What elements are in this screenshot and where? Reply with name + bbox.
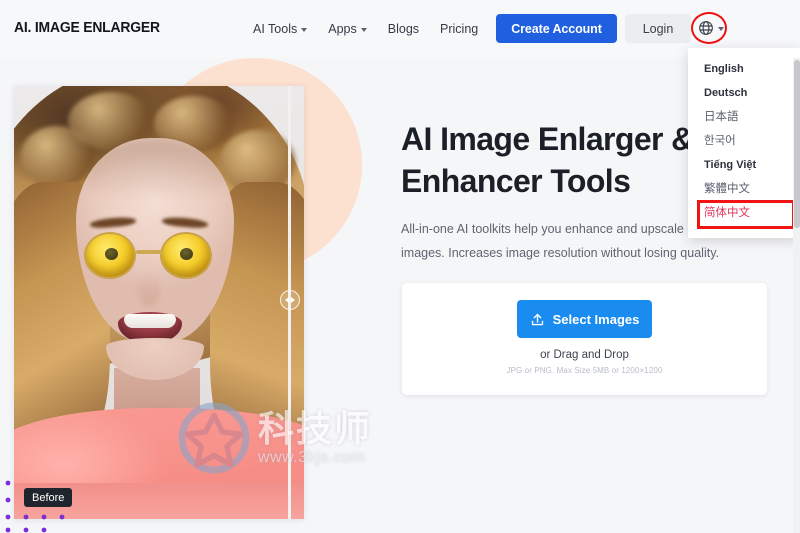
glasses-bridge bbox=[136, 250, 162, 254]
decorative-dot-grid bbox=[5, 480, 65, 533]
nav-item-apps[interactable]: Apps bbox=[328, 22, 367, 36]
arrow-right bbox=[290, 297, 295, 303]
nav-label: Apps bbox=[328, 22, 357, 36]
nose bbox=[138, 272, 160, 306]
teeth bbox=[124, 314, 176, 328]
nav-label: Pricing bbox=[440, 22, 479, 36]
login-button[interactable]: Login bbox=[625, 14, 691, 43]
create-account-button[interactable]: Create Account bbox=[496, 14, 617, 43]
drag-and-drop-hint: or Drag and Drop bbox=[540, 349, 629, 361]
language-option-deutsch[interactable]: Deutsch bbox=[688, 81, 800, 105]
select-images-button[interactable]: Select Images bbox=[517, 300, 652, 338]
left-right-arrows-icon[interactable] bbox=[280, 290, 300, 310]
nav-label: AI Tools bbox=[253, 22, 298, 36]
chevron-down-icon bbox=[718, 27, 724, 31]
main-navigation: AI Tools Apps Blogs Pricing bbox=[253, 22, 478, 36]
language-option-simplified-chinese[interactable]: 简体中文 bbox=[688, 201, 800, 225]
before-after-preview-image[interactable] bbox=[14, 86, 304, 519]
upload-constraints: JPG or PNG. Max Size 5MB or 1200×1200 bbox=[506, 366, 663, 375]
nav-item-blogs[interactable]: Blogs bbox=[388, 22, 419, 36]
language-option-traditional-chinese[interactable]: 繁體中文 bbox=[688, 177, 800, 201]
portrait-photo bbox=[14, 86, 304, 519]
upload-card: Select Images or Drag and Drop JPG or PN… bbox=[402, 283, 767, 395]
chevron-down-icon bbox=[301, 28, 308, 32]
site-logo[interactable]: AI. IMAGE ENLARGER bbox=[14, 20, 160, 36]
nav-item-ai-tools[interactable]: AI Tools bbox=[253, 22, 308, 36]
language-dropdown-menu: English Deutsch 日本語 한국어 Tiếng Việt 繁體中文 … bbox=[688, 48, 800, 238]
globe-icon bbox=[699, 21, 713, 35]
language-option-english[interactable]: English bbox=[688, 57, 800, 81]
language-option-japanese[interactable]: 日本語 bbox=[688, 105, 800, 129]
page-root: 科技师 www.3kjs.com Before AI Image Enlarge… bbox=[0, 0, 800, 533]
nav-label: Blogs bbox=[387, 22, 420, 36]
upload-icon bbox=[531, 313, 543, 325]
language-option-vietnamese[interactable]: Tiếng Việt bbox=[688, 153, 800, 177]
scrollbar-thumb[interactable] bbox=[793, 60, 800, 228]
site-header: AI. IMAGE ENLARGER AI Tools Apps Blogs P… bbox=[0, 0, 800, 58]
nav-item-pricing[interactable]: Pricing bbox=[440, 22, 478, 36]
language-selector-toggle[interactable] bbox=[698, 20, 724, 36]
language-option-korean[interactable]: 한국어 bbox=[688, 129, 800, 153]
eye-right bbox=[180, 248, 193, 260]
chevron-down-icon bbox=[360, 28, 367, 32]
hero-subtitle: All-in-one AI toolkits help you enhance … bbox=[401, 222, 719, 260]
arrow-left bbox=[285, 297, 290, 303]
select-images-label: Select Images bbox=[552, 311, 640, 327]
eye-left bbox=[105, 248, 118, 260]
